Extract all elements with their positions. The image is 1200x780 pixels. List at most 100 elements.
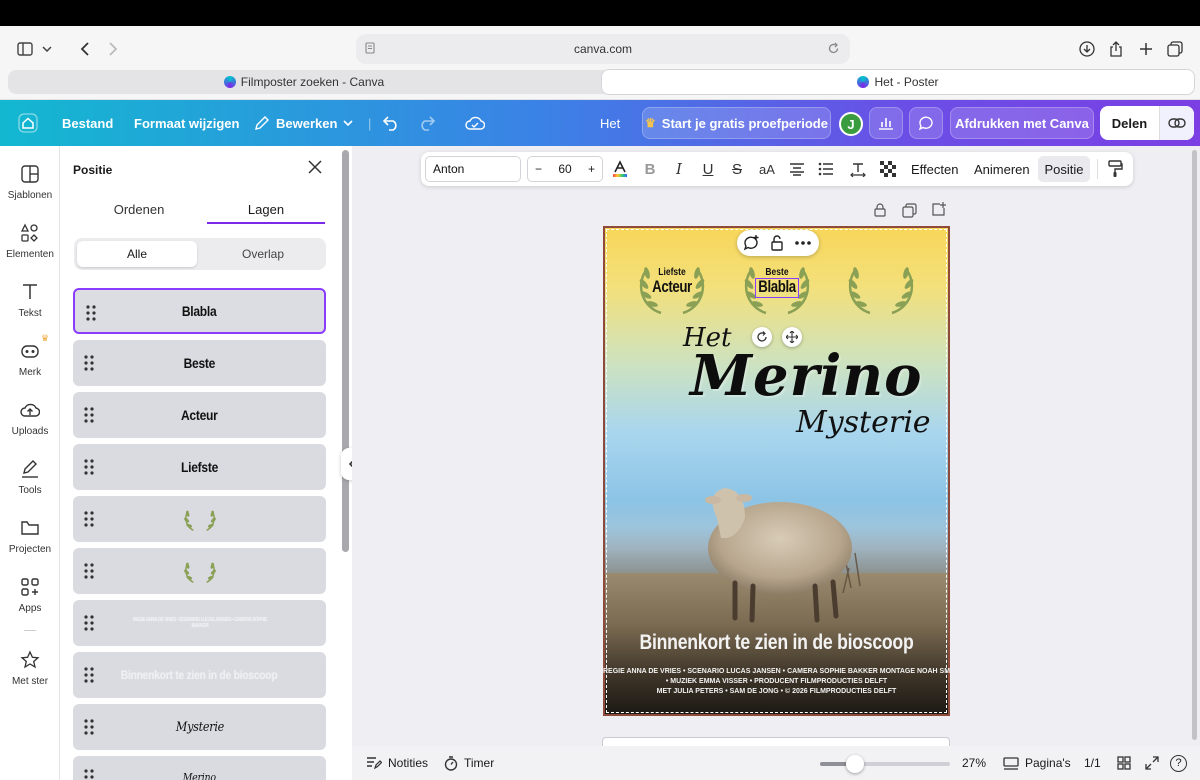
close-icon[interactable] [308,160,324,176]
rail-brand[interactable]: Merk ♛ [0,333,60,391]
notes-button[interactable]: Notities [366,746,428,780]
lock-icon[interactable] [768,234,786,252]
cloud-saved-icon[interactable] [465,100,485,146]
layer-item[interactable]: Binnenkort te zien in de bioscoop [73,652,326,698]
drag-handle-icon[interactable] [83,562,95,580]
rail-uploads[interactable]: Uploads [0,400,60,450]
timer-button[interactable]: Timer [444,746,494,780]
tab-arrange[interactable]: Ordenen [80,202,198,217]
insights-icon[interactable] [869,107,903,139]
tab-overview-icon[interactable] [1164,35,1186,63]
tab-het-poster[interactable]: Het - Poster [602,70,1194,94]
poster-title-merino[interactable]: Merino [690,343,922,409]
redo-icon[interactable] [418,100,436,146]
filter-all[interactable]: Alle [77,241,197,267]
document-title[interactable]: Het [600,100,620,146]
poster-credits-line[interactable]: REGIE ANNA DE VRIES • SCENARIO LUCAS JAN… [603,668,950,675]
increase-size-icon[interactable]: + [588,162,595,176]
grid-view-icon[interactable] [1117,746,1131,780]
rail-templates[interactable]: Sjablonen [0,164,60,214]
rail-starred[interactable]: Met ster [0,650,60,700]
avatar[interactable]: J [839,112,863,136]
drag-handle-icon[interactable] [83,354,95,372]
zoom-slider-handle[interactable] [846,755,865,773]
add-page-icon[interactable] [931,202,946,217]
drag-handle-icon[interactable] [83,458,95,476]
downloads-icon[interactable] [1076,35,1098,63]
tab-layers[interactable]: Lagen [207,202,325,217]
edit-menu[interactable]: Bewerken [254,100,353,146]
panel-scrollbar[interactable] [342,150,349,552]
new-tab-icon[interactable] [1136,35,1156,63]
more-options-icon[interactable] [794,234,812,252]
poster-credits-line[interactable]: MET JULIA PETERS • SAM DE JONG • © 2026 … [603,688,950,695]
trial-button[interactable]: ♛ Start je gratis proefperiode [642,107,831,139]
help-button[interactable]: ? [1170,746,1187,780]
drag-handle-icon[interactable] [83,510,95,528]
list-icon[interactable] [816,159,836,179]
add-comment-icon[interactable] [742,234,760,252]
address-bar[interactable]: canva.com [356,34,850,64]
tab-filmposter[interactable]: Filmposter zoeken - Canva [8,70,600,94]
share-sheet-icon[interactable] [1106,35,1126,63]
drag-handle-icon[interactable] [83,768,95,780]
pages-button[interactable]: Pagina's [1003,746,1071,780]
rail-projects[interactable]: Projecten [0,518,60,568]
canvas-scrollbar[interactable] [1192,150,1197,740]
drag-handle-icon[interactable] [85,304,97,322]
copy-link-icon[interactable] [1160,106,1194,140]
poster-tagline[interactable]: Binnenkort te zien in de bioscoop [631,631,922,655]
reload-icon[interactable] [827,42,840,55]
letter-case-icon[interactable]: aA [757,159,777,179]
italic-icon[interactable]: I [669,159,689,179]
drag-handle-icon[interactable] [83,718,95,736]
text-color-icon[interactable] [610,159,630,179]
font-size-value[interactable]: 60 [558,162,571,176]
undo-icon[interactable] [382,100,400,146]
strikethrough-icon[interactable]: S [727,159,747,179]
file-menu[interactable]: Bestand [62,100,113,146]
transparency-icon[interactable] [878,159,898,179]
sidebar-toggle-icon[interactable] [12,35,38,63]
forward-icon[interactable] [104,35,122,63]
laurel-wreath-icon[interactable] [846,257,916,317]
layer-item[interactable]: Mysterie [73,704,326,750]
paint-format-icon[interactable] [1105,159,1125,179]
position-button[interactable]: Positie [1038,156,1090,182]
lock-page-icon[interactable] [873,203,887,217]
drag-handle-icon[interactable] [83,666,95,684]
back-icon[interactable] [76,35,94,63]
layer-item[interactable]: Blabla [73,288,326,334]
comment-icon[interactable] [909,107,943,139]
filter-overlap[interactable]: Overlap [203,241,323,267]
zoom-slider[interactable] [820,762,950,766]
layer-item[interactable]: Beste [73,340,326,386]
poster-title-mysterie[interactable]: Mysterie [796,405,931,440]
home-icon[interactable] [18,100,38,146]
font-selector[interactable]: Anton [425,156,521,182]
rail-text[interactable]: Tekst [0,282,60,332]
font-size-stepper[interactable]: − 60 + [527,156,603,182]
rail-tools[interactable]: Tools [0,459,60,509]
layer-item[interactable] [73,496,326,542]
drag-handle-icon[interactable] [83,614,95,632]
rail-elements[interactable]: Elementen [0,223,60,273]
layer-item[interactable]: REGIE ANNA DE VRIES • SCENARIO LUCAS JAN… [73,600,326,646]
layer-item[interactable]: Liefste [73,444,326,490]
align-center-icon[interactable] [787,159,807,179]
poster-credits-line[interactable]: • MUZIEK EMMA VISSER • PRODUCENT FILMPRO… [603,678,950,685]
rail-apps[interactable]: Apps [0,577,60,627]
laurel-text-big[interactable]: Acteur [651,277,693,297]
animate-button[interactable]: Animeren [974,152,1030,186]
share-button[interactable]: Delen [1100,106,1160,140]
zoom-value[interactable]: 27% [962,746,986,780]
resize-button[interactable]: Formaat wijzigen [134,100,239,146]
layer-item[interactable]: Acteur [73,392,326,438]
effects-button[interactable]: Effecten [911,152,958,186]
bold-icon[interactable]: B [640,159,660,179]
underline-icon[interactable]: U [698,159,718,179]
layer-item[interactable]: Merino [73,756,326,780]
fullscreen-icon[interactable] [1145,746,1159,780]
duplicate-page-icon[interactable] [902,203,917,218]
layer-item[interactable] [73,548,326,594]
